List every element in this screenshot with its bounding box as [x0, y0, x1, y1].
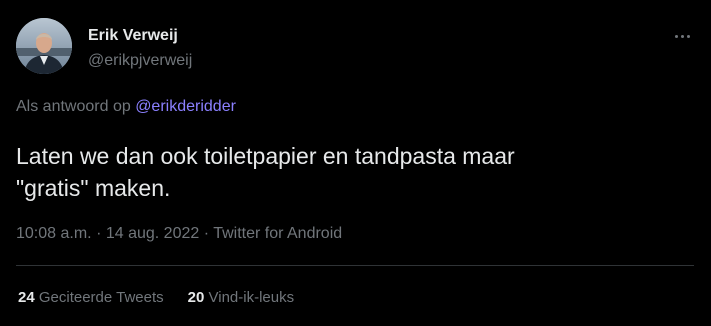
more-horizontal-icon[interactable] — [670, 26, 694, 46]
reply-prefix: Als antwoord op — [16, 98, 131, 115]
like-count: 20 — [187, 289, 205, 306]
tweet-time[interactable]: 10:08 a.m. — [16, 225, 92, 242]
quote-tweets-stat[interactable]: 24 Geciteerde Tweets — [18, 289, 164, 306]
tweet-meta: 10:08 a.m. · 14 aug. 2022 · Twitter for … — [16, 225, 342, 243]
reply-mention-link[interactable]: @erikderidder — [135, 98, 236, 115]
avatar[interactable] — [16, 18, 72, 74]
tweet-date[interactable]: 14 aug. 2022 — [106, 225, 199, 242]
meta-separator: · — [96, 225, 102, 242]
reply-context: Als antwoord op @erikderidder — [16, 98, 236, 116]
tweet-text: Laten we dan ook toiletpapier en tandpas… — [16, 143, 515, 201]
divider — [16, 265, 694, 266]
likes-stat[interactable]: 20 Vind-ik-leuks — [188, 289, 294, 306]
quote-label: Geciteerde Tweets — [38, 289, 164, 306]
author-name[interactable]: Erik Verweij — [88, 27, 178, 45]
meta-separator: · — [203, 225, 210, 242]
author-handle[interactable]: @erikpjverweij — [88, 52, 192, 70]
tweet-source[interactable]: Twitter for Android — [213, 225, 342, 242]
avatar-photo — [16, 18, 72, 74]
quote-count: 24 — [18, 289, 35, 306]
tweet-card: Erik Verweij @erikpjverweij Als antwoord… — [0, 0, 711, 326]
tweet-stats: 24 Geciteerde Tweets 20 Vind-ik-leuks — [18, 289, 294, 306]
like-label: Vind-ik-leuks — [208, 289, 295, 306]
